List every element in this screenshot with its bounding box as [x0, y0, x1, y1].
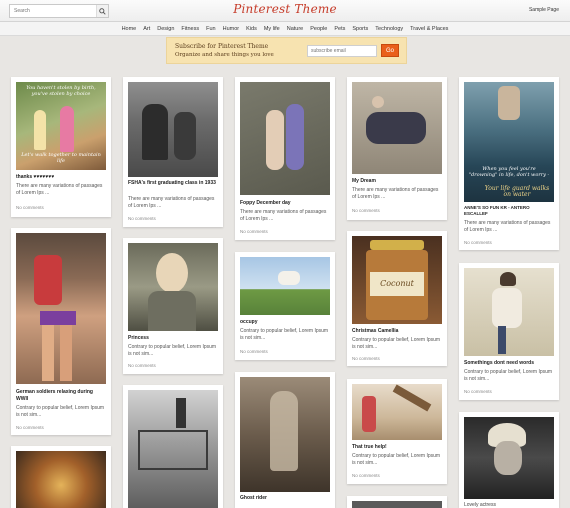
- pin-title[interactable]: My Dream: [352, 178, 376, 184]
- pin-comments[interactable]: No comments: [16, 425, 44, 430]
- pin-description: There are many variations of passages of…: [240, 209, 327, 222]
- nav-item-travel-places[interactable]: Travel & Places: [410, 26, 448, 32]
- pin-card[interactable]: FSHA's first graduating class in 1933 Th…: [123, 77, 223, 227]
- pin-card[interactable]: My Dream There are many variations of pa…: [347, 77, 447, 220]
- pin-card[interactable]: You haven't stolen by birth, you've stol…: [11, 77, 111, 217]
- nav-item-home[interactable]: Home: [122, 26, 137, 32]
- pin-card[interactable]: Coconut Christmas Camellia Contrary to p…: [347, 231, 447, 366]
- pin-image[interactable]: [352, 384, 442, 440]
- pin-image[interactable]: Coconut: [352, 236, 442, 324]
- pin-comments[interactable]: No comments: [464, 240, 492, 245]
- pin-description: Contrary to popular belief, Lorem Ipsum …: [464, 369, 553, 382]
- nav-item-kids[interactable]: Kids: [246, 26, 257, 32]
- pin-image[interactable]: [464, 417, 554, 499]
- pin-title[interactable]: That true help!: [352, 444, 387, 450]
- pin-description: Contrary to popular belief, Lorem Ipsum …: [352, 453, 441, 466]
- sample-page-link[interactable]: Sample Page: [529, 7, 559, 13]
- pin-card[interactable]: Foppy December day There are many variat…: [235, 77, 335, 240]
- pin-image[interactable]: [240, 257, 330, 315]
- nav-item-people[interactable]: People: [310, 26, 327, 32]
- pin-image[interactable]: [240, 377, 330, 492]
- nav-item-humor[interactable]: Humor: [223, 26, 240, 32]
- pin-title[interactable]: Princess: [128, 335, 149, 341]
- pin-title[interactable]: occupy: [240, 319, 258, 325]
- nav-item-pets[interactable]: Pets: [334, 26, 345, 32]
- pin-comments[interactable]: No comments: [128, 216, 156, 221]
- pin-comments[interactable]: No comments: [16, 205, 44, 210]
- pin-description: There are many variations of passages of…: [352, 187, 439, 200]
- pin-card[interactable]: [123, 385, 223, 508]
- pin-comments[interactable]: No comments: [240, 349, 268, 354]
- pin-overlay-top: When you feel you're "drowning" in life,…: [468, 166, 550, 178]
- pin-card[interactable]: occupy Contrary to popular belief, Lorem…: [235, 252, 335, 360]
- pin-image[interactable]: [240, 82, 330, 195]
- pin-title[interactable]: thanks ♥♥♥♥♥♥♥: [16, 174, 54, 180]
- nav-item-fun[interactable]: Fun: [206, 26, 215, 32]
- pin-image[interactable]: [128, 82, 218, 177]
- subscribe-subtitle: Organize and share things you love: [175, 52, 274, 58]
- pin-overlay-bottom: Let's walk together to maintain life: [21, 152, 101, 164]
- subscribe-email-input[interactable]: [307, 45, 377, 57]
- pin-image[interactable]: [16, 233, 106, 384]
- pin-comments[interactable]: No comments: [464, 389, 492, 394]
- pin-title[interactable]: Ghost rider: [240, 495, 267, 501]
- pin-card[interactable]: [347, 496, 447, 508]
- nav-item-art[interactable]: Art: [143, 26, 150, 32]
- pin-description: Contrary to popular belief, Lorem Ipsum …: [128, 344, 217, 357]
- pin-card[interactable]: When you feel you're "drowning" in life,…: [459, 77, 559, 250]
- pin-comments[interactable]: No comments: [240, 229, 268, 234]
- pin-card[interactable]: Princess Contrary to popular belief, Lor…: [123, 238, 223, 374]
- pin-image[interactable]: [128, 390, 218, 508]
- pin-title[interactable]: ANNE'S SO FUN KR - ANTERO ESCALLEF: [464, 205, 554, 217]
- pin-description: There are many variations of passages of…: [16, 183, 103, 196]
- subscribe-title: Subscribe for Pinterest Theme: [175, 43, 269, 50]
- nav-item-fitness[interactable]: Fitness: [181, 26, 199, 32]
- nav-item-sports[interactable]: Sports: [352, 26, 368, 32]
- pin-image[interactable]: [352, 501, 442, 508]
- pin-title[interactable]: Christmas Camellia: [352, 328, 398, 334]
- category-nav: Home Art Design Fitness Fun Humor Kids M…: [0, 22, 570, 36]
- pin-title[interactable]: Foppy December day: [240, 200, 291, 206]
- nav-item-my-life[interactable]: My life: [264, 26, 280, 32]
- pin-title[interactable]: Lovely actress: [464, 502, 496, 508]
- pin-image[interactable]: You haven't stolen by birth, you've stol…: [16, 82, 106, 170]
- subscribe-banner: Subscribe for Pinterest Theme Organize a…: [166, 37, 407, 64]
- pin-card[interactable]: German soldiers relaxing during WWII Con…: [11, 228, 111, 435]
- pin-description: Contrary to popular belief, Lorem Ipsum …: [240, 328, 329, 341]
- pin-overlay-top: You haven't stolen by birth, you've stol…: [26, 85, 96, 97]
- pin-image[interactable]: [128, 243, 218, 331]
- pin-card[interactable]: That true help! Contrary to popular beli…: [347, 379, 447, 484]
- pin-title[interactable]: FSHA's first graduating class in 1933: [128, 180, 218, 187]
- pin-image[interactable]: [352, 82, 442, 174]
- pin-description: Contrary to popular belief, Lorem Ipsum …: [352, 337, 441, 350]
- pin-description: Contrary to popular belief, Lorem Ipsum …: [16, 405, 105, 418]
- pin-description: There are many variations of passages of…: [464, 220, 551, 233]
- jar-label: Coconut: [370, 272, 424, 296]
- pin-image[interactable]: When you feel you're "drowning" in life,…: [464, 82, 554, 202]
- pin-image[interactable]: [464, 268, 554, 356]
- nav-item-technology[interactable]: Technology: [375, 26, 403, 32]
- nav-item-nature[interactable]: Nature: [287, 26, 304, 32]
- pin-card[interactable]: Ghost rider: [235, 372, 335, 508]
- pin-title[interactable]: Somethings dont need words: [464, 360, 534, 366]
- pin-title[interactable]: German soldiers relaxing during WWII: [16, 389, 106, 402]
- pin-card[interactable]: Lovely actress: [459, 412, 559, 508]
- pin-comments[interactable]: No comments: [128, 363, 156, 368]
- nav-item-design[interactable]: Design: [157, 26, 174, 32]
- pin-comments[interactable]: No comments: [352, 473, 380, 478]
- subscribe-go-button[interactable]: Go: [381, 44, 399, 57]
- pin-comments[interactable]: No comments: [352, 208, 380, 213]
- pin-card[interactable]: [11, 446, 111, 508]
- pin-image[interactable]: [16, 451, 106, 508]
- pin-overlay-bottom: Your life guard walks on water: [484, 185, 550, 198]
- top-bar: Pinterest Theme Sample Page: [0, 0, 570, 22]
- pin-comments[interactable]: No comments: [352, 356, 380, 361]
- pin-description: There are many variations of passages of…: [128, 196, 215, 209]
- pin-card[interactable]: Somethings dont need words Contrary to p…: [459, 263, 559, 400]
- site-logo[interactable]: Pinterest Theme: [0, 2, 570, 16]
